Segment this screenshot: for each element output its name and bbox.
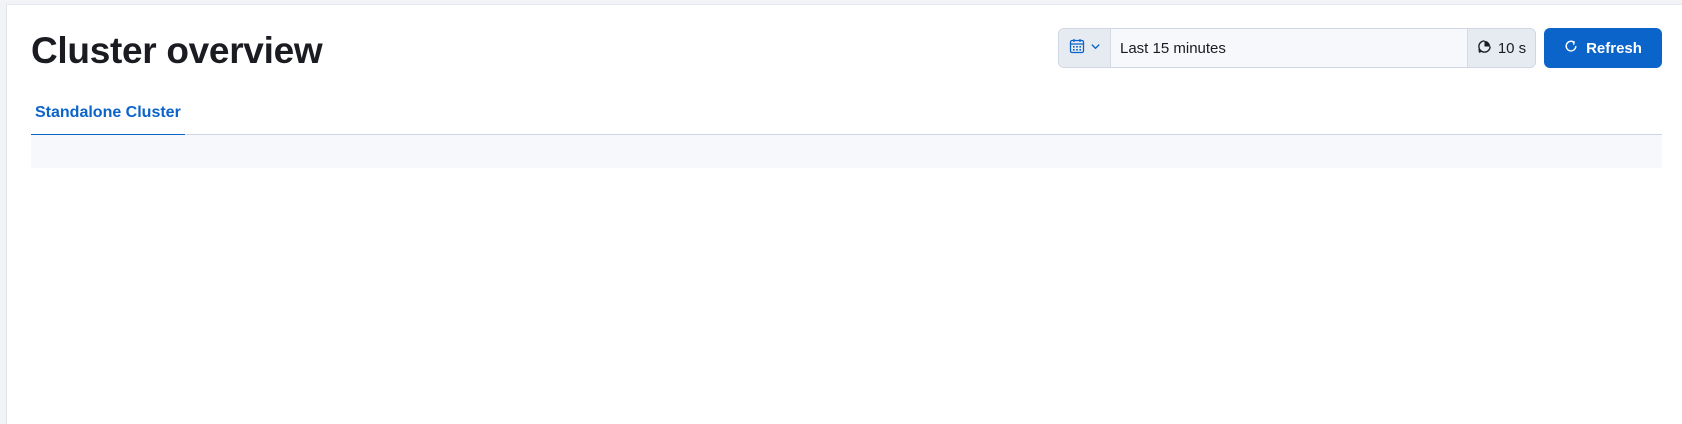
quick-select-button[interactable]: [1059, 29, 1111, 67]
time-range-display[interactable]: Last 15 minutes: [1111, 29, 1467, 67]
refresh-icon: [1564, 39, 1578, 57]
refresh-interval-button[interactable]: 10 s: [1467, 29, 1535, 67]
time-range-label: Last 15 minutes: [1120, 39, 1226, 57]
tab-bar: Standalone Cluster: [31, 90, 1662, 136]
refresh-button[interactable]: Refresh: [1544, 28, 1662, 68]
calendar-icon: [1069, 38, 1085, 59]
tab-label: Standalone Cluster: [35, 103, 181, 121]
auto-refresh-icon: [1477, 39, 1492, 58]
refresh-interval-label: 10 s: [1497, 39, 1527, 57]
main-panel: Cluster overview Last 15 minutes 10 s Re…: [6, 4, 1682, 424]
chevron-down-icon: [1090, 39, 1101, 57]
page-title: Cluster overview: [31, 30, 323, 71]
tab-content-area: [31, 135, 1662, 168]
refresh-button-label: Refresh: [1586, 39, 1642, 57]
date-picker: Last 15 minutes 10 s: [1058, 28, 1536, 68]
tab-standalone-cluster[interactable]: Standalone Cluster: [31, 90, 185, 136]
